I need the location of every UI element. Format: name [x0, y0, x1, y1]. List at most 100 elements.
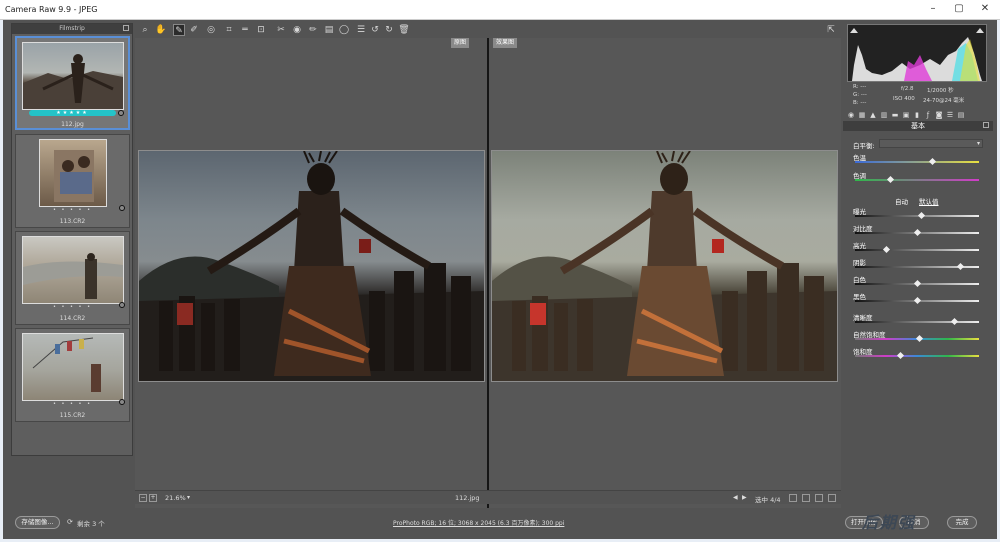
- preview-filename: 112.jpg: [455, 494, 480, 502]
- workflow-options-link[interactable]: ProPhoto RGB; 16 位; 3068 x 2045 (6.3 百万像…: [393, 518, 564, 527]
- panel-title: 基本: [911, 122, 925, 130]
- tab-detail-icon[interactable]: ▲: [869, 111, 877, 119]
- filmstrip-header: Filmstrip: [12, 24, 132, 34]
- slider-thumb[interactable]: [928, 157, 936, 166]
- crop-icon[interactable]: ⌗: [223, 24, 235, 36]
- tab-hsl-icon[interactable]: ▥: [880, 111, 888, 119]
- preview-area: 原图 效果图: [135, 38, 841, 508]
- tab-basic-icon[interactable]: ◉: [847, 111, 855, 119]
- zoom-dropdown-icon[interactable]: ▾: [187, 494, 190, 501]
- preview-status-bar: − + 21.6% ▾ 112.jpg ◀ ▶ 选中 4/4: [135, 490, 841, 504]
- slider-thumb[interactable]: [957, 262, 965, 271]
- zoom-out-button[interactable]: −: [139, 494, 147, 502]
- tab-fx-icon[interactable]: ƒ: [924, 111, 932, 119]
- trash-icon[interactable]: 🗑: [398, 24, 410, 36]
- bottom-bar: 存储图像... ⟳ 剩余 3 个 ProPhoto RGB; 16 位; 306…: [3, 508, 997, 539]
- slider-track[interactable]: [855, 249, 979, 251]
- slider-track[interactable]: [855, 321, 979, 323]
- panel-menu-icon[interactable]: [983, 122, 989, 128]
- prev-image-icon[interactable]: ◀: [733, 494, 738, 501]
- thumbnail-image: [21, 236, 124, 304]
- after-view-label: 效果图: [493, 38, 518, 48]
- rating-dots[interactable]: • • • • •: [16, 207, 129, 213]
- panel-tabs: ◉ ▦ ▲ ▥ ▬ ▣ ▮ ƒ ◙ ☰ ▤: [843, 110, 993, 120]
- selection-count: 选中 4/4: [755, 496, 781, 504]
- tab-presets-icon[interactable]: ☰: [946, 111, 954, 119]
- thumbnail-image: [21, 333, 124, 401]
- slider-thumb[interactable]: [913, 279, 922, 288]
- slider-thumb[interactable]: [913, 228, 922, 237]
- rating-dots[interactable]: • • • • •: [16, 401, 129, 407]
- slider-thumb[interactable]: [951, 317, 959, 326]
- close-button[interactable]: ✕: [972, 0, 998, 18]
- histogram-graph: [852, 37, 982, 81]
- readout-aperture: f/2.8: [901, 86, 914, 92]
- fullscreen-icon[interactable]: ⇱: [825, 24, 837, 36]
- readout-lens: 24-70@24 毫米: [923, 98, 965, 104]
- slider-thumb[interactable]: [913, 296, 922, 305]
- tab-effects-icon[interactable]: ▮: [913, 111, 921, 119]
- tab-camera-calibration-icon[interactable]: ◙: [935, 111, 943, 119]
- filmstrip-item-114[interactable]: • • • • • 114.CR2: [15, 231, 130, 325]
- radial-filter-icon[interactable]: ◯: [338, 24, 350, 36]
- slider-track[interactable]: [855, 161, 979, 163]
- readout-shutter: 1/2000 秒: [927, 88, 954, 94]
- tab-tone-curve-icon[interactable]: ▦: [858, 111, 866, 119]
- white-balance-icon[interactable]: ✎: [173, 24, 185, 36]
- rating-bar[interactable]: ★★★★★: [29, 110, 116, 116]
- slider-track[interactable]: [855, 355, 979, 357]
- chevron-down-icon: ▾: [976, 140, 980, 147]
- tab-lens-icon[interactable]: ▣: [902, 111, 910, 119]
- maximize-button[interactable]: ▢: [946, 0, 972, 18]
- tab-snapshots-icon[interactable]: ▤: [957, 111, 965, 119]
- after-photo[interactable]: [491, 150, 838, 382]
- tab-split-toning-icon[interactable]: ▬: [891, 111, 899, 119]
- red-eye-icon[interactable]: ◉: [291, 24, 303, 36]
- slider-thumb[interactable]: [917, 211, 925, 220]
- slider-thumb[interactable]: [896, 351, 904, 360]
- auto-button[interactable]: 自动: [895, 196, 908, 206]
- slider-thumb[interactable]: [886, 175, 894, 184]
- graduated-filter-icon[interactable]: ▤: [323, 24, 335, 36]
- view-mode-icon[interactable]: [789, 494, 797, 502]
- filmstrip-item-112[interactable]: ★★★★★ 112.jpg: [15, 36, 130, 130]
- adjustment-brush-icon[interactable]: ✏: [307, 24, 319, 36]
- copy-settings-icon[interactable]: [815, 494, 823, 502]
- sync-icon: [118, 110, 124, 116]
- filmstrip-item-115[interactable]: • • • • • 115.CR2: [15, 328, 130, 422]
- rating-dots[interactable]: • • • • •: [16, 304, 129, 310]
- done-button[interactable]: 完成: [947, 516, 977, 529]
- before-photo[interactable]: [138, 150, 485, 382]
- filmstrip-title: Filmstrip: [59, 25, 85, 32]
- targeted-adjustment-icon[interactable]: ◎: [205, 24, 217, 36]
- filmstrip-menu-icon[interactable]: [123, 25, 129, 31]
- thumbnail-filename: 113.CR2: [59, 218, 86, 225]
- hand-icon[interactable]: ✋: [155, 24, 167, 36]
- preferences-icon[interactable]: ☰: [355, 24, 367, 36]
- zoom-icon[interactable]: ⌕: [139, 24, 151, 36]
- filmstrip-item-113[interactable]: • • • • • 113.CR2: [15, 134, 130, 228]
- split-divider[interactable]: [487, 38, 489, 508]
- zoom-in-button[interactable]: +: [149, 494, 157, 502]
- zoom-level[interactable]: 21.6%: [165, 494, 186, 502]
- white-balance-select[interactable]: ▾: [879, 139, 983, 148]
- transform-icon[interactable]: ⊡: [255, 24, 267, 36]
- slider-thumb[interactable]: [916, 334, 924, 343]
- default-button[interactable]: 默认值: [919, 196, 939, 206]
- toggle-settings-icon[interactable]: [828, 494, 836, 502]
- slider-track[interactable]: [855, 179, 979, 181]
- rotate-left-icon[interactable]: ↺: [369, 24, 381, 36]
- slider-thumb[interactable]: [882, 245, 891, 254]
- straighten-icon[interactable]: ═: [239, 24, 251, 36]
- minimize-button[interactable]: –: [920, 0, 946, 18]
- next-image-icon[interactable]: ▶: [742, 494, 747, 501]
- sync-icon: [119, 399, 125, 405]
- title-bar: Camera Raw 9.9 - JPEG – ▢ ✕: [0, 0, 1000, 20]
- watermark-logo: 后期强: [862, 513, 917, 532]
- swap-views-icon[interactable]: [802, 494, 810, 502]
- color-sampler-icon[interactable]: ✐: [188, 24, 200, 36]
- spot-removal-icon[interactable]: ✂: [275, 24, 287, 36]
- readout-iso: ISO 400: [893, 96, 915, 102]
- save-image-button[interactable]: 存储图像...: [15, 516, 60, 529]
- rotate-right-icon[interactable]: ↻: [383, 24, 395, 36]
